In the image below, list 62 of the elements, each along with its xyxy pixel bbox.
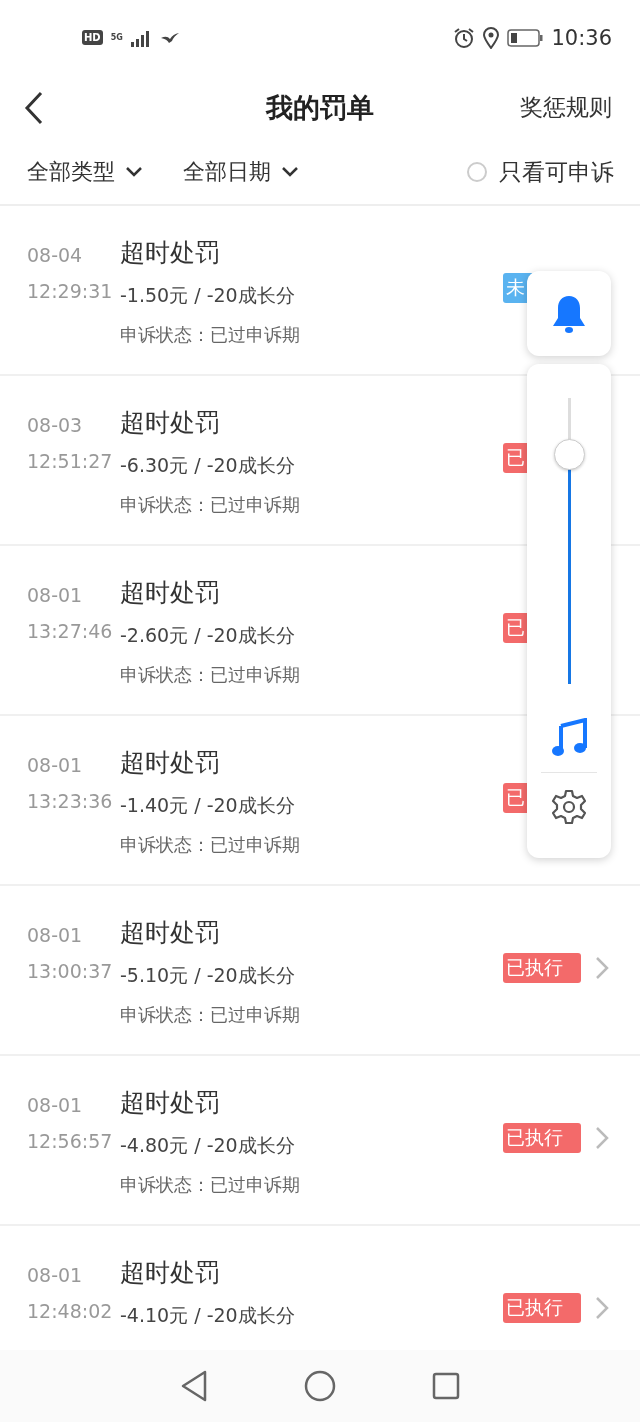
penalty-title: 超时处罚	[120, 1257, 221, 1289]
appeal-status: 申诉状态：已过申诉期	[120, 1173, 301, 1197]
penalty-date: 08-01	[27, 924, 84, 946]
music-note-icon[interactable]	[551, 718, 587, 758]
date-filter[interactable]: 全部日期	[183, 157, 299, 187]
penalty-title: 超时处罚	[120, 577, 221, 609]
appeal-status: 申诉状态：已过申诉期	[120, 323, 301, 347]
appeal-status: 申诉状态：已过申诉期	[120, 663, 301, 687]
alarm-icon	[453, 26, 476, 49]
penalty-amount: -4.80元 / -20成长分	[120, 1133, 296, 1158]
location-icon	[483, 26, 500, 49]
penalty-amount: -5.10元 / -20成长分	[120, 963, 296, 988]
penalty-title: 超时处罚	[120, 407, 221, 439]
penalty-date: 08-01	[27, 584, 84, 606]
page-title: 我的罚单	[266, 90, 374, 125]
settings-icon[interactable]	[551, 789, 587, 825]
rules-link[interactable]: 奖惩规则	[520, 92, 612, 123]
back-icon[interactable]	[24, 90, 44, 125]
penalty-time: 12:56:57	[27, 1130, 114, 1152]
penalty-row[interactable]: 08-01 13:00:37 超时处罚 -5.10元 / -20成长分 申诉状态：已过申诉期 已执行	[0, 886, 640, 1056]
network-type: 5G	[110, 33, 123, 42]
penalty-amount: -1.40元 / -20成长分	[120, 793, 296, 818]
penalty-date: 08-04	[27, 244, 84, 266]
type-filter[interactable]: 全部类型	[27, 157, 143, 187]
home-nav-icon[interactable]	[304, 1370, 336, 1402]
status-badge: 已执行	[503, 953, 581, 983]
penalty-time: 12:48:02	[27, 1300, 114, 1322]
penalty-date: 08-01	[27, 1264, 84, 1286]
penalty-amount: -6.30元 / -20成长分	[120, 453, 296, 478]
status-badge: 已执行	[503, 1123, 581, 1153]
appeal-status: 申诉状态：已过申诉期	[120, 1003, 301, 1027]
volume-thumb[interactable]	[553, 439, 585, 471]
clock-time: 10:36	[551, 25, 612, 50]
penalty-title: 超时处罚	[120, 1087, 221, 1119]
penalty-time: 12:29:31	[27, 280, 114, 302]
appeal-status: 申诉状态：已过申诉期	[120, 833, 301, 857]
appeal-status: 申诉状态：已过申诉期	[120, 493, 301, 517]
penalty-time: 13:27:46	[27, 620, 114, 642]
penalty-row[interactable]: 08-01 12:56:57 超时处罚 -4.80元 / -20成长分 申诉状态：已过申诉期 已执行	[0, 1056, 640, 1226]
penalty-date: 08-01	[27, 754, 84, 776]
penalty-time: 13:23:36	[27, 790, 114, 812]
caret-icon	[281, 166, 299, 178]
status-badge: 已执行	[503, 1293, 581, 1323]
bird-icon	[160, 31, 179, 44]
caret-icon	[125, 166, 143, 178]
penalty-time: 12:51:27	[27, 450, 114, 472]
penalty-date: 08-03	[27, 414, 84, 436]
penalty-time: 13:00:37	[27, 960, 114, 982]
back-nav-icon[interactable]	[180, 1370, 208, 1402]
appeal-filter-label: 只看可申诉	[499, 157, 614, 187]
recents-nav-icon[interactable]	[432, 1372, 460, 1400]
penalty-amount: -4.10元 / -20成长分	[120, 1303, 296, 1328]
hd-indicator: HD	[82, 30, 103, 45]
penalty-title: 超时处罚	[120, 747, 221, 779]
bell-icon[interactable]	[551, 293, 587, 334]
penalty-date: 08-01	[27, 1094, 84, 1116]
penalty-title: 超时处罚	[120, 917, 221, 949]
penalty-title: 超时处罚	[120, 237, 221, 269]
appeal-radio[interactable]	[467, 162, 487, 182]
penalty-amount: -2.60元 / -20成长分	[120, 623, 296, 648]
battery-icon	[507, 28, 544, 47]
penalty-amount: -1.50元 / -20成长分	[120, 283, 296, 308]
